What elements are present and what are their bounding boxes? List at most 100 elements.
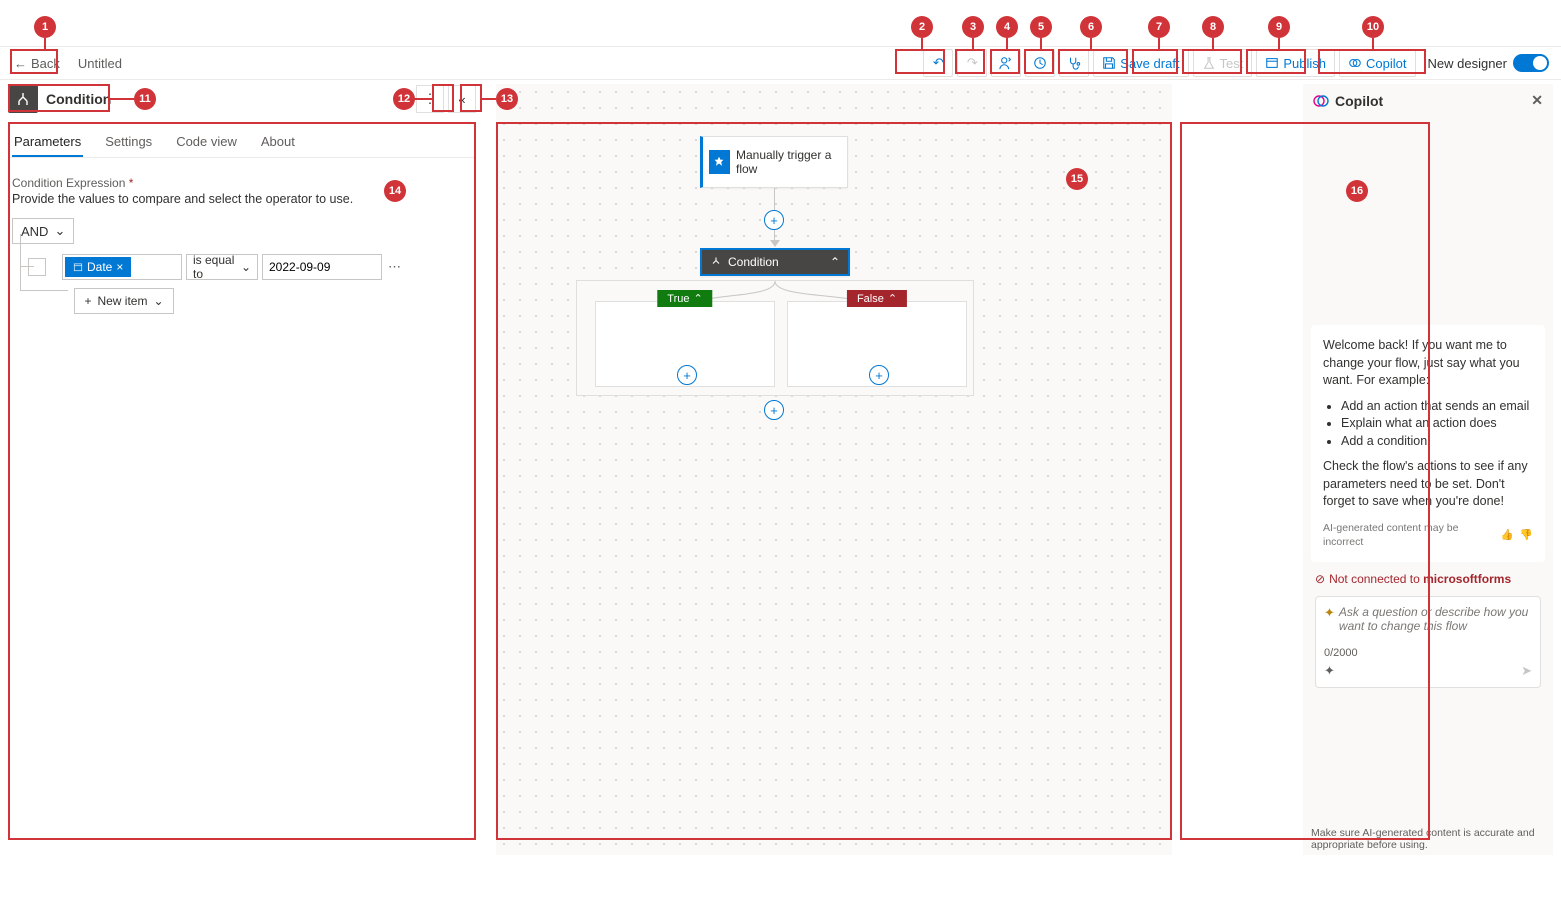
copilot-icon xyxy=(1348,56,1362,70)
stethoscope-icon xyxy=(1067,56,1081,70)
more-horizontal-icon: ⋯ xyxy=(388,259,401,274)
chevron-double-left-icon: « xyxy=(458,92,465,107)
undo-button[interactable]: ↶ xyxy=(923,49,953,77)
copilot-char-count: 0/2000 xyxy=(1324,647,1532,659)
feedback-button[interactable] xyxy=(991,49,1021,77)
panel-title: Condition xyxy=(46,91,111,107)
marker-10: 10 xyxy=(1362,16,1384,38)
not-connected-warning: ⊘ Not connected to microsoftforms xyxy=(1315,572,1541,586)
dynamic-token-date[interactable]: Date × xyxy=(65,257,131,277)
new-designer-label: New designer xyxy=(1428,56,1508,71)
leader-10 xyxy=(1372,38,1374,49)
condition-node[interactable]: Condition ⌃ xyxy=(700,248,850,276)
false-label: False ⌃ xyxy=(847,290,907,307)
marker-13: 13 xyxy=(496,88,518,110)
marker-1: 1 xyxy=(34,16,56,38)
tree-line-h2 xyxy=(20,290,68,291)
operator-select[interactable]: is equal to ⌄ xyxy=(186,254,258,280)
plus-icon: + xyxy=(84,294,91,308)
test-label: Test xyxy=(1220,56,1244,71)
close-icon: ✕ xyxy=(1531,92,1543,108)
condition-expression-help: Provide the values to compare and select… xyxy=(12,192,476,206)
connector-arrow xyxy=(770,240,780,247)
copilot-example-2: Explain what an action does xyxy=(1341,415,1533,433)
copilot-check-text: Check the flow's actions to see if any p… xyxy=(1323,458,1533,511)
checker-button[interactable] xyxy=(1059,49,1089,77)
publish-button[interactable]: Publish xyxy=(1256,49,1335,77)
operator-value: is equal to xyxy=(193,253,241,281)
copilot-logo-icon xyxy=(1313,93,1329,109)
chevron-up-icon[interactable]: ⌃ xyxy=(830,255,840,269)
left-operand-input[interactable]: Date × xyxy=(62,254,182,280)
copilot-button[interactable]: Copilot xyxy=(1339,49,1415,77)
copilot-close-button[interactable]: ✕ xyxy=(1531,92,1543,109)
tab-code-view[interactable]: Code view xyxy=(174,128,239,157)
sparkle-icon: ✦ xyxy=(1324,605,1335,621)
marker-9: 9 xyxy=(1268,16,1290,38)
thumbs-down-button[interactable]: 👎 xyxy=(1520,528,1533,543)
marker-11: 11 xyxy=(134,88,156,110)
condition-row: Date × is equal to ⌄ ⋯ xyxy=(28,254,476,280)
row-checkbox[interactable] xyxy=(28,258,46,276)
marker-7: 7 xyxy=(1148,16,1170,38)
marker-2: 2 xyxy=(911,16,933,38)
back-button[interactable]: ← Back xyxy=(8,52,66,75)
redo-icon: ↷ xyxy=(967,55,978,71)
leader-13 xyxy=(482,98,496,100)
marker-15: 15 xyxy=(1066,168,1088,190)
history-button[interactable] xyxy=(1025,49,1055,77)
copilot-input-box[interactable]: ✦ Ask a question or describe how you wan… xyxy=(1315,596,1541,688)
copilot-welcome-card: Welcome back! If you want me to change y… xyxy=(1311,325,1545,562)
tab-parameters[interactable]: Parameters xyxy=(12,128,83,157)
new-designer-toggle[interactable] xyxy=(1513,54,1549,72)
marker-3: 3 xyxy=(962,16,984,38)
copilot-body: Welcome back! If you want me to change y… xyxy=(1303,117,1553,823)
leader-3 xyxy=(972,38,974,49)
send-button[interactable]: ➤ xyxy=(1521,663,1532,679)
row-more-button[interactable]: ⋯ xyxy=(388,259,401,275)
redo-button[interactable]: ↷ xyxy=(957,49,987,77)
add-step-button-2[interactable]: + xyxy=(764,400,784,420)
tab-about[interactable]: About xyxy=(259,128,297,157)
leader-2 xyxy=(921,38,923,49)
add-step-false[interactable]: + xyxy=(869,365,889,385)
tab-settings[interactable]: Settings xyxy=(103,128,154,157)
copilot-welcome-text: Welcome back! If you want me to change y… xyxy=(1323,337,1533,390)
new-item-button[interactable]: + New item ⌄ xyxy=(74,288,174,314)
condition-expression-label: Condition Expression * xyxy=(12,176,476,190)
save-draft-button[interactable]: Save draft xyxy=(1093,49,1188,77)
sparkle-small-icon[interactable]: ✦ xyxy=(1324,663,1335,679)
marker-16: 16 xyxy=(1346,180,1368,202)
marker-6: 6 xyxy=(1080,16,1102,38)
person-feedback-icon xyxy=(999,56,1013,70)
thumbs-up-button[interactable]: 👍 xyxy=(1501,528,1514,543)
condition-icon xyxy=(8,85,38,113)
copilot-disclaimer: AI-generated content may be incorrect 👍 … xyxy=(1323,521,1533,550)
undo-icon: ↶ xyxy=(933,55,944,71)
logic-operator-select[interactable]: AND ⌄ xyxy=(12,218,74,244)
chevron-down-icon: ⌄ xyxy=(54,223,65,239)
logic-operator-value: AND xyxy=(21,224,48,239)
panel-collapse-button[interactable]: « xyxy=(448,85,476,113)
marker-5: 5 xyxy=(1030,16,1052,38)
save-icon xyxy=(1102,56,1116,70)
token-label: Date xyxy=(87,260,112,274)
save-draft-label: Save draft xyxy=(1120,56,1179,71)
token-remove-icon[interactable]: × xyxy=(116,260,123,274)
test-button[interactable]: Test xyxy=(1193,49,1253,77)
true-label: True ⌃ xyxy=(657,290,712,307)
chevron-down-icon: ⌄ xyxy=(241,260,251,274)
chevron-down-icon: ⌄ xyxy=(153,294,163,308)
trigger-node[interactable]: Manually trigger a flow xyxy=(700,136,848,188)
flow-title[interactable]: Untitled xyxy=(78,56,122,71)
right-operand-input[interactable] xyxy=(262,254,382,280)
add-step-button-1[interactable]: + xyxy=(764,210,784,230)
condition-node-label: Condition xyxy=(728,255,779,269)
back-label: Back xyxy=(31,56,60,71)
add-step-true[interactable]: + xyxy=(677,365,697,385)
copilot-examples: Add an action that sends an email Explai… xyxy=(1341,398,1533,451)
flow-canvas[interactable]: Manually trigger a flow + Condition ⌃ Tr… xyxy=(496,84,1172,855)
flask-icon xyxy=(1202,56,1216,70)
tree-line-h xyxy=(20,266,34,267)
copilot-footer: Make sure AI-generated content is accura… xyxy=(1303,823,1553,855)
